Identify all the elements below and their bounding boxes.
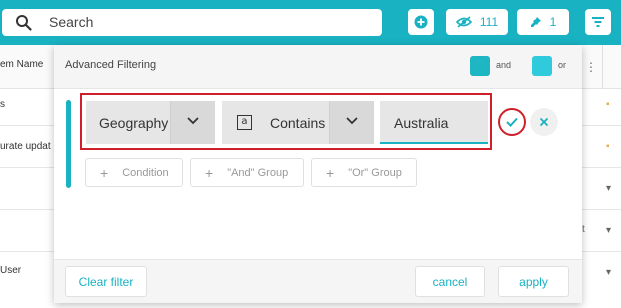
- filter-button[interactable]: [585, 9, 611, 35]
- pin-icon: [530, 17, 541, 27]
- row-marker: ▪: [606, 141, 610, 152]
- search-icon: [16, 15, 32, 31]
- panel-footer: Clear filter cancel apply: [54, 259, 582, 303]
- or-label: or: [558, 60, 567, 70]
- row-divider: [0, 209, 55, 210]
- group-accent-bar: [66, 100, 71, 188]
- top-toolbar: Search 111 1: [0, 0, 621, 45]
- search-placeholder: Search: [49, 14, 94, 30]
- text-type-icon: a: [237, 115, 252, 130]
- and-color-swatch[interactable]: [470, 56, 490, 76]
- table-row-cell-right: t: [582, 224, 585, 235]
- operator-select-value: Contains: [270, 115, 326, 131]
- table-row-2-cell: urate updat: [0, 141, 51, 152]
- add-or-group-button[interactable]: + "Or" Group: [311, 158, 417, 187]
- row-marker: ▾: [606, 267, 612, 278]
- add-and-group-button[interactable]: + "And" Group: [190, 158, 304, 187]
- pinned-count: 1: [549, 15, 557, 29]
- panel-header: Advanced Filtering and or: [54, 45, 582, 89]
- column-menu-icon[interactable]: ⋮: [585, 60, 597, 74]
- hidden-count: 111: [479, 15, 499, 29]
- eye-off-icon: [455, 16, 472, 28]
- table-row-3-cell: User: [0, 265, 22, 276]
- row-marker: ▾: [606, 225, 612, 236]
- chevron-down-icon: [187, 117, 199, 125]
- add-icon: [414, 15, 428, 29]
- add-or-group-label: "Or" Group: [348, 166, 402, 179]
- chevron-down-icon: [346, 117, 358, 125]
- add-button[interactable]: [408, 9, 434, 35]
- search-box[interactable]: Search: [2, 9, 382, 36]
- and-label: and: [496, 60, 512, 70]
- confirm-condition-button[interactable]: [498, 108, 526, 136]
- field-select-value: Geography: [99, 115, 169, 131]
- pinned-columns-button[interactable]: 1: [517, 9, 569, 35]
- check-icon: [506, 117, 518, 127]
- plus-icon: +: [205, 164, 214, 181]
- add-condition-label: Condition: [122, 166, 169, 179]
- row-divider: [0, 125, 55, 126]
- hidden-columns-button[interactable]: 111: [446, 9, 508, 35]
- value-input[interactable]: Australia: [380, 101, 488, 144]
- add-and-group-label: "And" Group: [227, 166, 289, 179]
- field-dropdown-toggle[interactable]: [170, 101, 215, 144]
- advanced-filter-panel: Advanced Filtering and or Geography a Co…: [54, 45, 582, 303]
- row-marker: ▪: [606, 99, 610, 110]
- or-color-swatch[interactable]: [532, 56, 552, 76]
- table-row-1-cell: s: [0, 99, 5, 110]
- column-divider: [602, 45, 603, 89]
- field-select[interactable]: Geography: [86, 101, 215, 144]
- row-divider: [0, 167, 55, 168]
- column-header-item-name[interactable]: em Name: [0, 59, 43, 70]
- operator-select[interactable]: a Contains: [222, 101, 374, 144]
- cancel-button[interactable]: cancel: [415, 266, 485, 297]
- value-input-text: Australia: [394, 115, 449, 131]
- filter-icon: [592, 17, 604, 27]
- close-icon: [539, 117, 549, 127]
- apply-button[interactable]: apply: [498, 266, 569, 297]
- row-marker: ▾: [606, 183, 612, 194]
- remove-condition-button[interactable]: [530, 108, 558, 136]
- operator-dropdown-toggle[interactable]: [329, 101, 374, 144]
- clear-filter-button[interactable]: Clear filter: [65, 266, 147, 297]
- panel-title: Advanced Filtering: [65, 59, 157, 71]
- row-divider: [0, 251, 55, 252]
- add-condition-button[interactable]: + Condition: [85, 158, 183, 187]
- plus-icon: +: [326, 164, 335, 181]
- plus-icon: +: [100, 164, 109, 181]
